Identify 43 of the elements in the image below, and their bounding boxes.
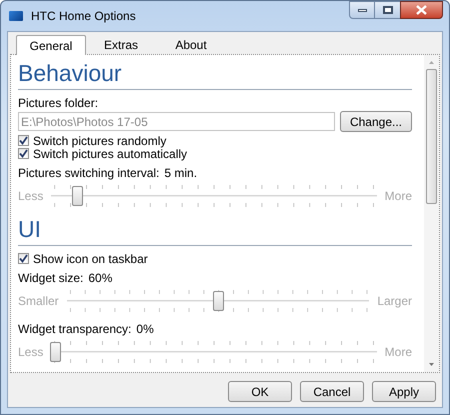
tab[interactable]: Extras [86,36,156,54]
close-button[interactable] [400,1,443,19]
setting-label: Widget size: [18,271,84,286]
max-label: Larger [377,293,412,310]
setting-value: 0% [136,322,154,337]
slider-thumb[interactable] [72,186,83,206]
change-button[interactable]: Change... [340,111,412,132]
scroll-up-icon[interactable] [429,61,434,64]
checkbox-label: Switch pictures randomly [33,132,166,149]
tab[interactable]: About [156,36,226,54]
scrollbar[interactable] [424,55,439,372]
setting-label: Widget transparency: [18,322,132,337]
scroll-down-icon[interactable] [429,363,434,366]
maximize-button[interactable] [375,1,400,19]
checkbox-label: Show icon on taskbar [33,250,148,268]
dialog-button[interactable]: Cancel [300,381,364,402]
checkbox[interactable] [18,253,29,264]
checkbox[interactable] [18,148,29,159]
min-label: Smaller [18,293,59,310]
max-label: More [384,188,412,205]
maximize-icon [382,6,392,14]
minimize-button[interactable] [349,1,375,19]
min-label: Less [18,188,44,205]
setting-label: Pictures switching interval: [18,166,160,181]
close-icon [416,5,427,15]
slider-thumb[interactable] [213,291,224,311]
setting-value: 5 min. [164,166,198,181]
tab[interactable]: General [16,35,86,55]
max-label: More [384,344,412,361]
dialog-button[interactable]: Apply [372,381,436,402]
field-label: Pictures folder: [18,96,100,111]
app-icon [9,11,23,21]
checkbox[interactable] [18,135,29,146]
setting-value: 60% [88,271,112,286]
min-label: Less [18,344,44,361]
dialog-button[interactable]: OK [228,381,292,402]
slider-thumb[interactable] [50,342,61,362]
checkbox-label: Switch pictures automatically [33,146,188,162]
section-heading: Behaviour [18,59,412,90]
section-heading: UI [18,215,412,246]
scroll-thumb[interactable] [426,69,437,204]
minimize-icon [358,8,366,12]
window-title: HTC Home Options [31,8,136,25]
